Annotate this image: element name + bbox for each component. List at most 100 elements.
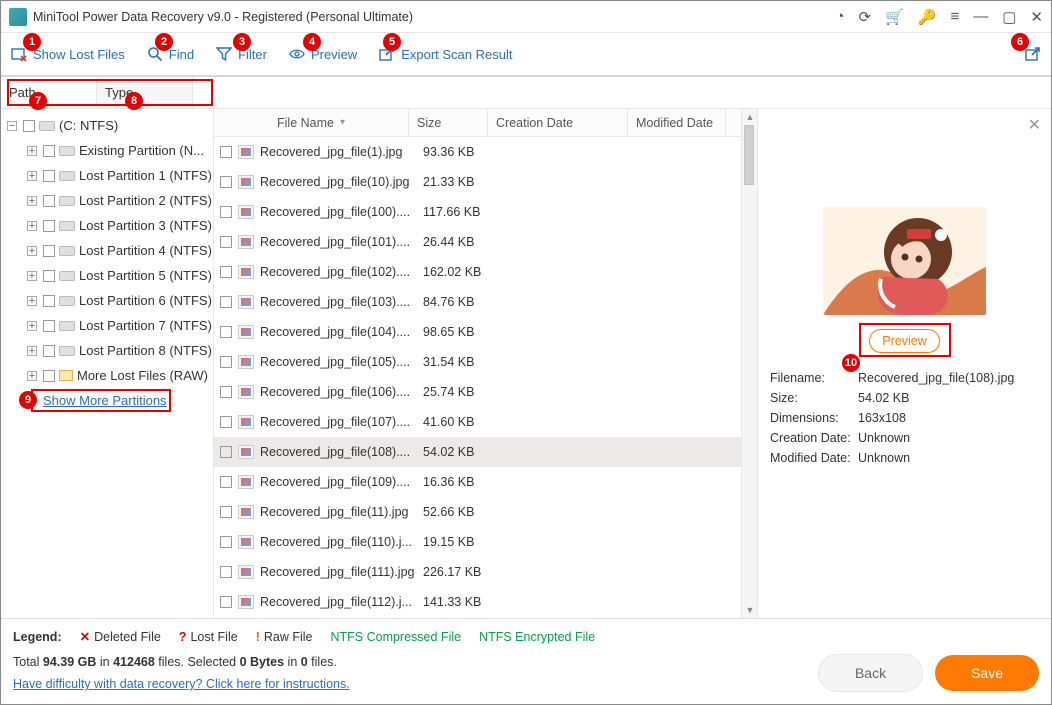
checkbox[interactable] xyxy=(220,446,232,458)
tree-root[interactable]: − (C: NTFS) xyxy=(1,113,213,138)
tree-item[interactable]: +More Lost Files (RAW) xyxy=(1,363,213,388)
checkbox[interactable] xyxy=(43,370,55,382)
file-row[interactable]: Recovered_jpg_file(11).jpg52.66 KB xyxy=(214,497,757,527)
export-right-button[interactable] xyxy=(1025,46,1041,62)
checkbox[interactable] xyxy=(220,206,232,218)
expander-icon[interactable]: + xyxy=(27,371,37,381)
tree-item[interactable]: +Lost Partition 6 (NTFS) xyxy=(1,288,213,313)
tree-item[interactable]: + Existing Partition (N... xyxy=(1,138,213,163)
file-row[interactable]: Recovered_jpg_file(106)....25.74 KB xyxy=(214,377,757,407)
tree-item[interactable]: +Lost Partition 5 (NTFS) xyxy=(1,263,213,288)
checkbox[interactable] xyxy=(220,356,232,368)
tree-item[interactable]: +Lost Partition 1 (NTFS) xyxy=(1,163,213,188)
checkbox[interactable] xyxy=(220,476,232,488)
preview-open-button[interactable]: Preview xyxy=(869,329,939,353)
checkbox[interactable] xyxy=(220,566,232,578)
scroll-thumb[interactable] xyxy=(744,125,754,185)
file-size: 98.65 KB xyxy=(423,325,503,339)
checkbox[interactable] xyxy=(220,176,232,188)
file-row[interactable]: Recovered_jpg_file(112).j...141.33 KB xyxy=(214,587,757,617)
close-button[interactable]: ✕ xyxy=(1030,8,1043,26)
checkbox[interactable] xyxy=(220,596,232,608)
show-more-partitions-link[interactable]: Show More Partitions xyxy=(43,393,167,408)
back-button[interactable]: Back xyxy=(818,654,923,692)
export-button[interactable]: Export Scan Result xyxy=(379,46,512,62)
file-row[interactable]: Recovered_jpg_file(110).j...19.15 KB xyxy=(214,527,757,557)
help-link[interactable]: Have difficulty with data recovery? Clic… xyxy=(13,677,350,691)
tree-item[interactable]: +Lost Partition 8 (NTFS) xyxy=(1,338,213,363)
tab-path[interactable]: Path xyxy=(1,77,97,108)
checkbox[interactable] xyxy=(43,170,55,182)
tree-item[interactable]: +Lost Partition 7 (NTFS) xyxy=(1,313,213,338)
file-row[interactable]: Recovered_jpg_file(1).jpg93.36 KB xyxy=(214,137,757,167)
tab-type[interactable]: Type xyxy=(97,77,193,108)
checkbox[interactable] xyxy=(220,536,232,548)
checkbox[interactable] xyxy=(220,266,232,278)
checkbox[interactable] xyxy=(220,506,232,518)
file-row[interactable]: Recovered_jpg_file(109)....16.36 KB xyxy=(214,467,757,497)
checkbox[interactable] xyxy=(43,220,55,232)
file-row[interactable]: Recovered_jpg_file(10).jpg21.33 KB xyxy=(214,167,757,197)
tree-item[interactable]: +Lost Partition 2 (NTFS) xyxy=(1,188,213,213)
file-name: Recovered_jpg_file(11).jpg xyxy=(260,505,423,519)
jpg-file-icon xyxy=(238,535,254,549)
file-row[interactable]: Recovered_jpg_file(102)....162.02 KB xyxy=(214,257,757,287)
expander-icon[interactable]: + xyxy=(27,246,37,256)
checkbox[interactable] xyxy=(43,195,55,207)
expander-icon[interactable]: + xyxy=(27,321,37,331)
file-row[interactable]: Recovered_jpg_file(107)....41.60 KB xyxy=(214,407,757,437)
refresh-icon[interactable]: ⟳ xyxy=(859,8,872,26)
save-button[interactable]: Save xyxy=(935,655,1039,691)
legend-encrypted: NTFS Encrypted File xyxy=(479,630,595,644)
find-button[interactable]: Find xyxy=(147,46,194,62)
checkbox[interactable] xyxy=(43,320,55,332)
close-preview-icon[interactable]: ✕ xyxy=(1028,115,1041,135)
tree-item[interactable]: +Lost Partition 4 (NTFS) xyxy=(1,238,213,263)
clock-icon[interactable]: ◔ xyxy=(835,8,844,26)
cart-icon[interactable]: 🛒 xyxy=(885,8,904,26)
checkbox[interactable] xyxy=(220,236,232,248)
checkbox[interactable] xyxy=(220,296,232,308)
checkbox[interactable] xyxy=(43,270,55,282)
expander-icon[interactable]: + xyxy=(27,171,37,181)
expander-icon[interactable]: + xyxy=(27,271,37,281)
maximize-button[interactable]: ▢ xyxy=(1002,8,1016,26)
scroll-down-icon[interactable]: ▼ xyxy=(742,602,758,618)
expander-icon[interactable]: + xyxy=(27,221,37,231)
preview-button[interactable]: Preview xyxy=(289,46,357,62)
file-row[interactable]: Recovered_jpg_file(104)....98.65 KB xyxy=(214,317,757,347)
minimize-button[interactable]: — xyxy=(973,8,988,26)
expander-icon[interactable]: + xyxy=(27,346,37,356)
file-row[interactable]: Recovered_jpg_file(100)....117.66 KB xyxy=(214,197,757,227)
tree-item[interactable]: +Lost Partition 3 (NTFS) xyxy=(1,213,213,238)
scrollbar[interactable]: ▲ ▼ xyxy=(741,109,757,618)
scroll-up-icon[interactable]: ▲ xyxy=(742,109,758,125)
file-row[interactable]: Recovered_jpg_file(105)....31.54 KB xyxy=(214,347,757,377)
key-icon[interactable]: 🔑 xyxy=(918,8,937,26)
col-size[interactable]: Size xyxy=(409,109,488,136)
expander-icon[interactable]: + xyxy=(27,146,37,156)
checkbox[interactable] xyxy=(43,145,55,157)
checkbox[interactable] xyxy=(23,120,35,132)
col-filename[interactable]: File Name ▾ xyxy=(214,109,409,136)
checkbox[interactable] xyxy=(43,245,55,257)
expander-icon[interactable]: − xyxy=(7,121,17,131)
file-row[interactable]: Recovered_jpg_file(101)....26.44 KB xyxy=(214,227,757,257)
file-row[interactable]: Recovered_jpg_file(111).jpg226.17 KB xyxy=(214,557,757,587)
expander-icon[interactable]: + xyxy=(27,296,37,306)
jpg-file-icon xyxy=(238,145,254,159)
checkbox[interactable] xyxy=(220,146,232,158)
col-modified-date[interactable]: Modified Date xyxy=(628,109,726,136)
checkbox[interactable] xyxy=(220,386,232,398)
file-row[interactable]: Recovered_jpg_file(108)....54.02 KB xyxy=(214,437,757,467)
checkbox[interactable] xyxy=(43,345,55,357)
tree-item-label: Existing Partition (N... xyxy=(79,143,204,158)
legend-raw: Raw File xyxy=(264,630,313,644)
expander-icon[interactable]: + xyxy=(27,196,37,206)
col-creation-date[interactable]: Creation Date xyxy=(488,109,628,136)
menu-icon[interactable]: ≡ xyxy=(950,8,959,26)
file-row[interactable]: Recovered_jpg_file(103)....84.76 KB xyxy=(214,287,757,317)
checkbox[interactable] xyxy=(43,295,55,307)
checkbox[interactable] xyxy=(220,326,232,338)
checkbox[interactable] xyxy=(220,416,232,428)
